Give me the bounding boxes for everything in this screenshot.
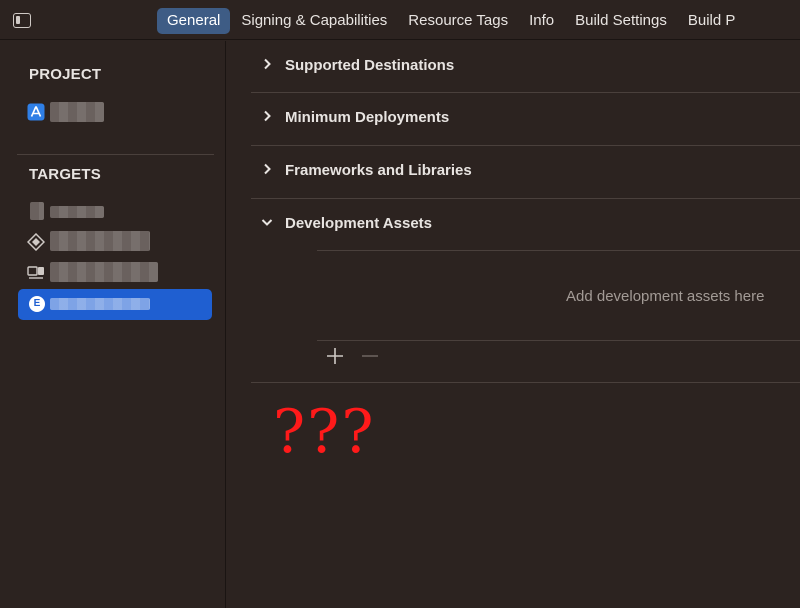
editor-tab-bar: General Signing & Capabilities Resource … <box>0 0 800 40</box>
section-supported-destinations[interactable]: Supported Destinations <box>251 41 800 93</box>
project-section-header: PROJECT <box>29 66 102 83</box>
tab-general[interactable]: General <box>157 8 231 34</box>
target-item[interactable] <box>18 196 212 227</box>
section-label: Supported Destinations <box>285 57 455 74</box>
redacted-target-name <box>50 231 150 251</box>
app-target-icon <box>27 266 44 279</box>
project-item[interactable] <box>18 96 212 127</box>
handwritten-annotation: ??? <box>273 397 376 467</box>
section-label: Minimum Deployments <box>285 109 450 126</box>
targets-section-header: TARGETS <box>29 166 101 183</box>
framework-target-icon <box>27 233 45 251</box>
add-asset-button[interactable] <box>325 346 345 366</box>
tab-build-phases[interactable]: Build P <box>678 8 746 34</box>
target-item[interactable] <box>18 226 212 257</box>
redacted-target-name <box>50 206 104 218</box>
project-navigator: PROJECT TARGETS E <box>0 41 226 608</box>
tab-resource-tags[interactable]: Resource Tags <box>398 8 518 34</box>
assets-list-top-border <box>317 250 800 251</box>
sidebar-toggle-icon[interactable] <box>13 13 31 28</box>
chevron-down-icon <box>261 219 273 226</box>
redacted-target-name <box>50 262 158 282</box>
general-settings-pane: Supported Destinations Minimum Deploymen… <box>227 41 800 608</box>
target-item-selected[interactable]: E <box>18 289 212 320</box>
section-minimum-deployments[interactable]: Minimum Deployments <box>251 93 800 145</box>
chevron-right-icon <box>264 110 271 122</box>
chevron-right-icon <box>264 58 271 70</box>
section-label: Frameworks and Libraries <box>285 162 472 179</box>
section-development-assets[interactable]: Development Assets <box>251 199 800 251</box>
app-project-icon <box>27 103 45 121</box>
assets-empty-placeholder: Add development assets here <box>566 288 765 305</box>
sidebar-divider <box>17 154 214 155</box>
redacted-target-icon <box>30 202 44 220</box>
chevron-right-icon <box>264 163 271 175</box>
editor-tabs: General Signing & Capabilities Resource … <box>157 8 746 34</box>
tab-info[interactable]: Info <box>519 8 564 34</box>
tab-signing-capabilities[interactable]: Signing & Capabilities <box>231 8 397 34</box>
target-item[interactable] <box>18 257 212 288</box>
extension-target-icon: E <box>29 296 45 312</box>
redacted-project-name <box>50 102 104 122</box>
xcode-general-window: General Signing & Capabilities Resource … <box>0 0 800 608</box>
section-divider <box>251 382 800 383</box>
section-frameworks-libraries[interactable]: Frameworks and Libraries <box>251 146 800 198</box>
tab-build-settings[interactable]: Build Settings <box>565 8 677 34</box>
assets-list-bottom-border <box>317 340 800 341</box>
section-label: Development Assets <box>285 215 432 232</box>
redacted-target-name <box>50 298 150 310</box>
remove-asset-button[interactable] <box>360 346 380 366</box>
